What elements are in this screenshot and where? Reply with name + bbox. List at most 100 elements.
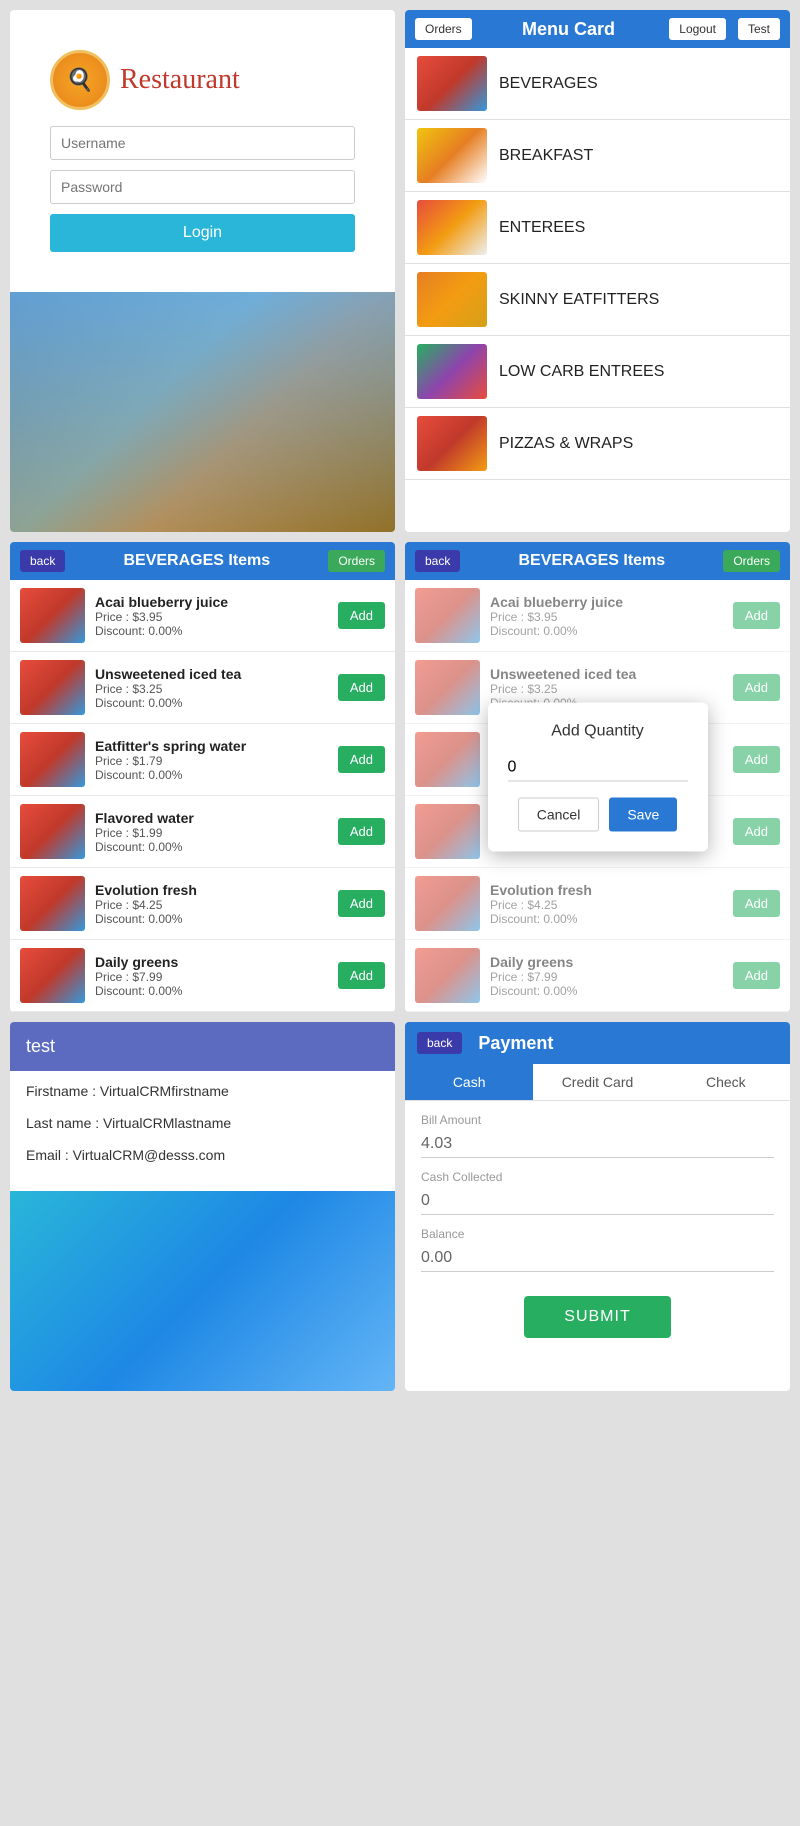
item-price-1-right: Price : $3.25: [490, 682, 733, 696]
menu-item-breakfast[interactable]: BREAKFAST: [405, 120, 790, 192]
orders-button[interactable]: Orders: [415, 18, 472, 40]
item-img-2-left: [20, 732, 85, 787]
item-price-1-left: Price : $3.25: [95, 682, 338, 696]
item-row-0-left: Acai blueberry juice Price : $3.95 Disco…: [10, 580, 395, 652]
item-name-4-right: Evolution fresh: [490, 882, 733, 898]
back-button-left[interactable]: back: [20, 550, 65, 572]
item-row-4-right: Evolution fresh Price : $4.25 Discount: …: [405, 868, 790, 940]
tab-cash[interactable]: Cash: [405, 1064, 533, 1100]
item-name-0-left: Acai blueberry juice: [95, 594, 338, 610]
item-name-5-left: Daily greens: [95, 954, 338, 970]
item-img-0-right: [415, 588, 480, 643]
item-discount-2-left: Discount: 0.00%: [95, 768, 338, 782]
item-info-4-right: Evolution fresh Price : $4.25 Discount: …: [490, 882, 733, 926]
lowcarb-image: [417, 344, 487, 399]
balance-input[interactable]: [421, 1245, 774, 1272]
item-price-4-right: Price : $4.25: [490, 898, 733, 912]
item-discount-4-right: Discount: 0.00%: [490, 912, 733, 926]
bill-amount-input[interactable]: [421, 1131, 774, 1158]
menu-item-skinny[interactable]: SKINNY EATFITTERS: [405, 264, 790, 336]
items-orders-button-right[interactable]: Orders: [723, 550, 780, 572]
item-row-4-left: Evolution fresh Price : $4.25 Discount: …: [10, 868, 395, 940]
payment-back-button[interactable]: back: [417, 1032, 462, 1054]
add-button-3-left[interactable]: Add: [338, 818, 385, 845]
add-button-0-right[interactable]: Add: [733, 602, 780, 629]
bill-amount-field: Bill Amount: [405, 1101, 790, 1158]
skinny-label: SKINNY EATFITTERS: [499, 291, 659, 309]
login-background: [10, 292, 395, 532]
item-name-4-left: Evolution fresh: [95, 882, 338, 898]
item-row-3-left: Flavored water Price : $1.99 Discount: 0…: [10, 796, 395, 868]
item-price-5-right: Price : $7.99: [490, 970, 733, 984]
back-button-right[interactable]: back: [415, 550, 460, 572]
username-input[interactable]: [50, 126, 355, 160]
items-header-right: back BEVERAGES Items Orders: [405, 542, 790, 580]
quantity-input[interactable]: [508, 755, 688, 782]
item-info-0-right: Acai blueberry juice Price : $3.95 Disco…: [490, 594, 733, 638]
submit-button[interactable]: SUBMIT: [524, 1296, 670, 1338]
item-name-5-right: Daily greens: [490, 954, 733, 970]
menu-item-beverages[interactable]: BEVERAGES: [405, 48, 790, 120]
add-button-1-left[interactable]: Add: [338, 674, 385, 701]
add-button-0-left[interactable]: Add: [338, 602, 385, 629]
payment-header: back Payment: [405, 1022, 790, 1064]
item-discount-4-left: Discount: 0.00%: [95, 912, 338, 926]
item-discount-0-right: Discount: 0.00%: [490, 624, 733, 638]
password-input[interactable]: [50, 170, 355, 204]
item-row-1-left: Unsweetened iced tea Price : $3.25 Disco…: [10, 652, 395, 724]
user-info: Firstname : VirtualCRMfirstname Last nam…: [10, 1071, 395, 1191]
modal-cancel-button[interactable]: Cancel: [518, 798, 600, 832]
item-img-2-right: [415, 732, 480, 787]
cash-collected-input[interactable]: [421, 1188, 774, 1215]
menu-item-lowcarb[interactable]: LOW CARB ENTREES: [405, 336, 790, 408]
modal-save-button[interactable]: Save: [609, 798, 677, 832]
item-img-0-left: [20, 588, 85, 643]
add-button-5-left[interactable]: Add: [338, 962, 385, 989]
beverages-items-left: back BEVERAGES Items Orders Acai blueber…: [10, 542, 395, 1012]
menu-item-enterees[interactable]: ENTEREES: [405, 192, 790, 264]
item-price-5-left: Price : $7.99: [95, 970, 338, 984]
menu-header: Orders Menu Card Logout Test: [405, 10, 790, 48]
payment-panel: back Payment Cash Credit Card Check Bill…: [405, 1022, 790, 1391]
login-button[interactable]: Login: [50, 214, 355, 252]
item-price-2-left: Price : $1.79: [95, 754, 338, 768]
item-name-2-left: Eatfitter's spring water: [95, 738, 338, 754]
add-button-4-left[interactable]: Add: [338, 890, 385, 917]
item-discount-5-left: Discount: 0.00%: [95, 984, 338, 998]
tab-credit-card[interactable]: Credit Card: [533, 1064, 661, 1100]
add-button-1-right[interactable]: Add: [733, 674, 780, 701]
add-button-4-right[interactable]: Add: [733, 890, 780, 917]
item-price-4-left: Price : $4.25: [95, 898, 338, 912]
item-info-5-right: Daily greens Price : $7.99 Discount: 0.0…: [490, 954, 733, 998]
items-header-left: back BEVERAGES Items Orders: [10, 542, 395, 580]
add-button-2-right[interactable]: Add: [733, 746, 780, 773]
menu-card: Orders Menu Card Logout Test BEVERAGES B…: [405, 10, 790, 532]
item-img-1-right: [415, 660, 480, 715]
test-button[interactable]: Test: [738, 18, 780, 40]
item-name-1-left: Unsweetened iced tea: [95, 666, 338, 682]
item-info-3-left: Flavored water Price : $1.99 Discount: 0…: [95, 810, 338, 854]
add-button-5-right[interactable]: Add: [733, 962, 780, 989]
menu-item-pizza[interactable]: PIZZAS & WRAPS: [405, 408, 790, 480]
menu-card-title: Menu Card: [480, 19, 658, 40]
item-price-0-right: Price : $3.95: [490, 610, 733, 624]
item-name-0-right: Acai blueberry juice: [490, 594, 733, 610]
enterees-label: ENTEREES: [499, 219, 585, 237]
item-name-3-left: Flavored water: [95, 810, 338, 826]
restaurant-logo: 🍳 Restaurant: [50, 50, 355, 110]
add-button-2-left[interactable]: Add: [338, 746, 385, 773]
logout-button[interactable]: Logout: [669, 18, 726, 40]
add-quantity-modal: Add Quantity Cancel Save: [488, 703, 708, 852]
balance-label: Balance: [421, 1227, 774, 1241]
item-row-0-right: Acai blueberry juice Price : $3.95 Disco…: [405, 580, 790, 652]
item-img-5-left: [20, 948, 85, 1003]
user-firstname: Firstname : VirtualCRMfirstname: [26, 1083, 379, 1099]
add-button-3-right[interactable]: Add: [733, 818, 780, 845]
items-orders-button-left[interactable]: Orders: [328, 550, 385, 572]
tab-check[interactable]: Check: [662, 1064, 790, 1100]
breakfast-image: [417, 128, 487, 183]
cash-collected-label: Cash Collected: [421, 1170, 774, 1184]
item-price-3-left: Price : $1.99: [95, 826, 338, 840]
item-img-3-left: [20, 804, 85, 859]
cash-collected-field: Cash Collected: [405, 1158, 790, 1215]
